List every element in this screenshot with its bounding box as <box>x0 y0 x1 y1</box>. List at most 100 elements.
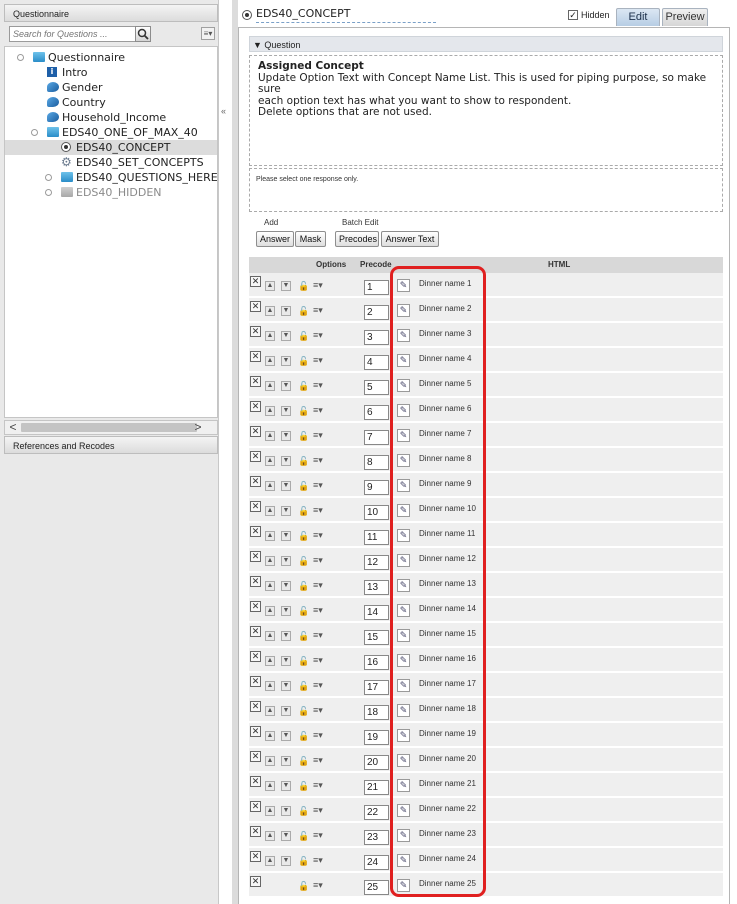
move-down-icon[interactable]: ▼ <box>281 506 291 516</box>
lock-icon[interactable]: 🔓 <box>298 456 309 466</box>
precode-input[interactable]: 12 <box>364 555 389 570</box>
precode-input[interactable]: 7 <box>364 430 389 445</box>
options-menu-icon[interactable]: ≡▾ <box>313 580 323 591</box>
delete-icon[interactable]: ✕ <box>250 401 261 412</box>
options-menu-icon[interactable]: ≡▾ <box>313 780 323 791</box>
move-up-icon[interactable]: ▲ <box>265 356 275 366</box>
delete-icon[interactable]: ✕ <box>250 701 261 712</box>
precode-input[interactable]: 1 <box>364 280 389 295</box>
answer-text[interactable]: Dinner name 1 <box>419 279 471 288</box>
delete-icon[interactable]: ✕ <box>250 276 261 287</box>
delete-icon[interactable]: ✕ <box>250 726 261 737</box>
lock-icon[interactable]: 🔓 <box>298 731 309 741</box>
tree-item[interactable]: Gender <box>5 80 217 95</box>
move-down-icon[interactable]: ▼ <box>281 606 291 616</box>
tree-item[interactable]: i Intro <box>5 65 217 80</box>
edit-pencil-icon[interactable]: ✎ <box>397 829 410 842</box>
edit-pencil-icon[interactable]: ✎ <box>397 354 410 367</box>
options-menu-icon[interactable]: ≡▾ <box>313 330 323 341</box>
answer-text[interactable]: Dinner name 4 <box>419 354 471 363</box>
answer-text[interactable]: Dinner name 9 <box>419 479 471 488</box>
edit-pencil-icon[interactable]: ✎ <box>397 504 410 517</box>
answer-text[interactable]: Dinner name 13 <box>419 579 476 588</box>
batch-precodes-button[interactable]: Precodes <box>335 231 379 247</box>
tree-item[interactable]: ⚙ EDS40_SET_CONCEPTS <box>5 155 217 170</box>
edit-pencil-icon[interactable]: ✎ <box>397 804 410 817</box>
move-down-icon[interactable]: ▼ <box>281 281 291 291</box>
answer-text[interactable]: Dinner name 14 <box>419 604 476 613</box>
precode-input[interactable]: 13 <box>364 580 389 595</box>
lock-icon[interactable]: 🔓 <box>298 631 309 641</box>
edit-pencil-icon[interactable]: ✎ <box>397 579 410 592</box>
answer-text[interactable]: Dinner name 15 <box>419 629 476 638</box>
answer-text[interactable]: Dinner name 25 <box>419 879 476 888</box>
move-down-icon[interactable]: ▼ <box>281 581 291 591</box>
move-up-icon[interactable]: ▲ <box>265 806 275 816</box>
delete-icon[interactable]: ✕ <box>250 776 261 787</box>
lock-icon[interactable]: 🔓 <box>298 606 309 616</box>
batch-answer-text-button[interactable]: Answer Text <box>381 231 439 247</box>
move-up-icon[interactable]: ▲ <box>265 506 275 516</box>
scroll-thumb[interactable] <box>21 423 197 432</box>
delete-icon[interactable]: ✕ <box>250 801 261 812</box>
move-up-icon[interactable]: ▲ <box>265 706 275 716</box>
answer-text[interactable]: Dinner name 6 <box>419 404 471 413</box>
answer-text[interactable]: Dinner name 16 <box>419 654 476 663</box>
precode-input[interactable]: 24 <box>364 855 389 870</box>
options-menu-icon[interactable]: ≡▾ <box>313 605 323 616</box>
move-down-icon[interactable]: ▼ <box>281 356 291 366</box>
precode-input[interactable]: 16 <box>364 655 389 670</box>
move-up-icon[interactable]: ▲ <box>265 306 275 316</box>
precode-input[interactable]: 10 <box>364 505 389 520</box>
answer-text[interactable]: Dinner name 22 <box>419 804 476 813</box>
delete-icon[interactable]: ✕ <box>250 551 261 562</box>
edit-pencil-icon[interactable]: ✎ <box>397 529 410 542</box>
edit-pencil-icon[interactable]: ✎ <box>397 554 410 567</box>
options-menu-icon[interactable]: ≡▾ <box>313 805 323 816</box>
move-down-icon[interactable]: ▼ <box>281 806 291 816</box>
move-up-icon[interactable]: ▲ <box>265 631 275 641</box>
options-menu-icon[interactable]: ≡▾ <box>313 480 323 491</box>
answer-text[interactable]: Dinner name 3 <box>419 329 471 338</box>
precode-input[interactable]: 14 <box>364 605 389 620</box>
move-up-icon[interactable]: ▲ <box>265 656 275 666</box>
move-up-icon[interactable]: ▲ <box>265 581 275 591</box>
lock-icon[interactable]: 🔓 <box>298 481 309 491</box>
move-down-icon[interactable]: ▼ <box>281 781 291 791</box>
move-down-icon[interactable]: ▼ <box>281 631 291 641</box>
lock-icon[interactable]: 🔓 <box>298 406 309 416</box>
tab-edit[interactable]: Edit <box>616 8 660 26</box>
precode-input[interactable]: 2 <box>364 305 389 320</box>
delete-icon[interactable]: ✕ <box>250 426 261 437</box>
move-up-icon[interactable]: ▲ <box>265 856 275 866</box>
lock-icon[interactable]: 🔓 <box>298 856 309 866</box>
delete-icon[interactable]: ✕ <box>250 501 261 512</box>
lock-icon[interactable]: 🔓 <box>298 531 309 541</box>
move-up-icon[interactable]: ▲ <box>265 331 275 341</box>
lock-icon[interactable]: 🔓 <box>298 331 309 341</box>
delete-icon[interactable]: ✕ <box>250 826 261 837</box>
lock-icon[interactable]: 🔓 <box>298 881 309 891</box>
move-up-icon[interactable]: ▲ <box>265 606 275 616</box>
answer-text[interactable]: Dinner name 20 <box>419 754 476 763</box>
move-up-icon[interactable]: ▲ <box>265 781 275 791</box>
answer-text[interactable]: Dinner name 10 <box>419 504 476 513</box>
scroll-left-icon[interactable]: < <box>6 421 20 434</box>
move-down-icon[interactable]: ▼ <box>281 831 291 841</box>
lock-icon[interactable]: 🔓 <box>298 556 309 566</box>
options-menu-icon[interactable]: ≡▾ <box>313 555 323 566</box>
instruction-editor[interactable]: Please select one response only. <box>249 168 723 212</box>
delete-icon[interactable]: ✕ <box>250 526 261 537</box>
tree-item[interactable]: EDS40_ONE_OF_MAX_40 <box>5 125 217 140</box>
move-up-icon[interactable]: ▲ <box>265 481 275 491</box>
delete-icon[interactable]: ✕ <box>250 351 261 362</box>
options-menu-icon[interactable]: ≡▾ <box>313 455 323 466</box>
answer-text[interactable]: Dinner name 12 <box>419 554 476 563</box>
move-down-icon[interactable]: ▼ <box>281 656 291 666</box>
lock-icon[interactable]: 🔓 <box>298 781 309 791</box>
options-menu-icon[interactable]: ≡▾ <box>313 730 323 741</box>
answer-text[interactable]: Dinner name 11 <box>419 529 475 538</box>
question-name-field[interactable]: EDS40_CONCEPT <box>256 7 436 23</box>
lock-icon[interactable]: 🔓 <box>298 306 309 316</box>
edit-pencil-icon[interactable]: ✎ <box>397 279 410 292</box>
